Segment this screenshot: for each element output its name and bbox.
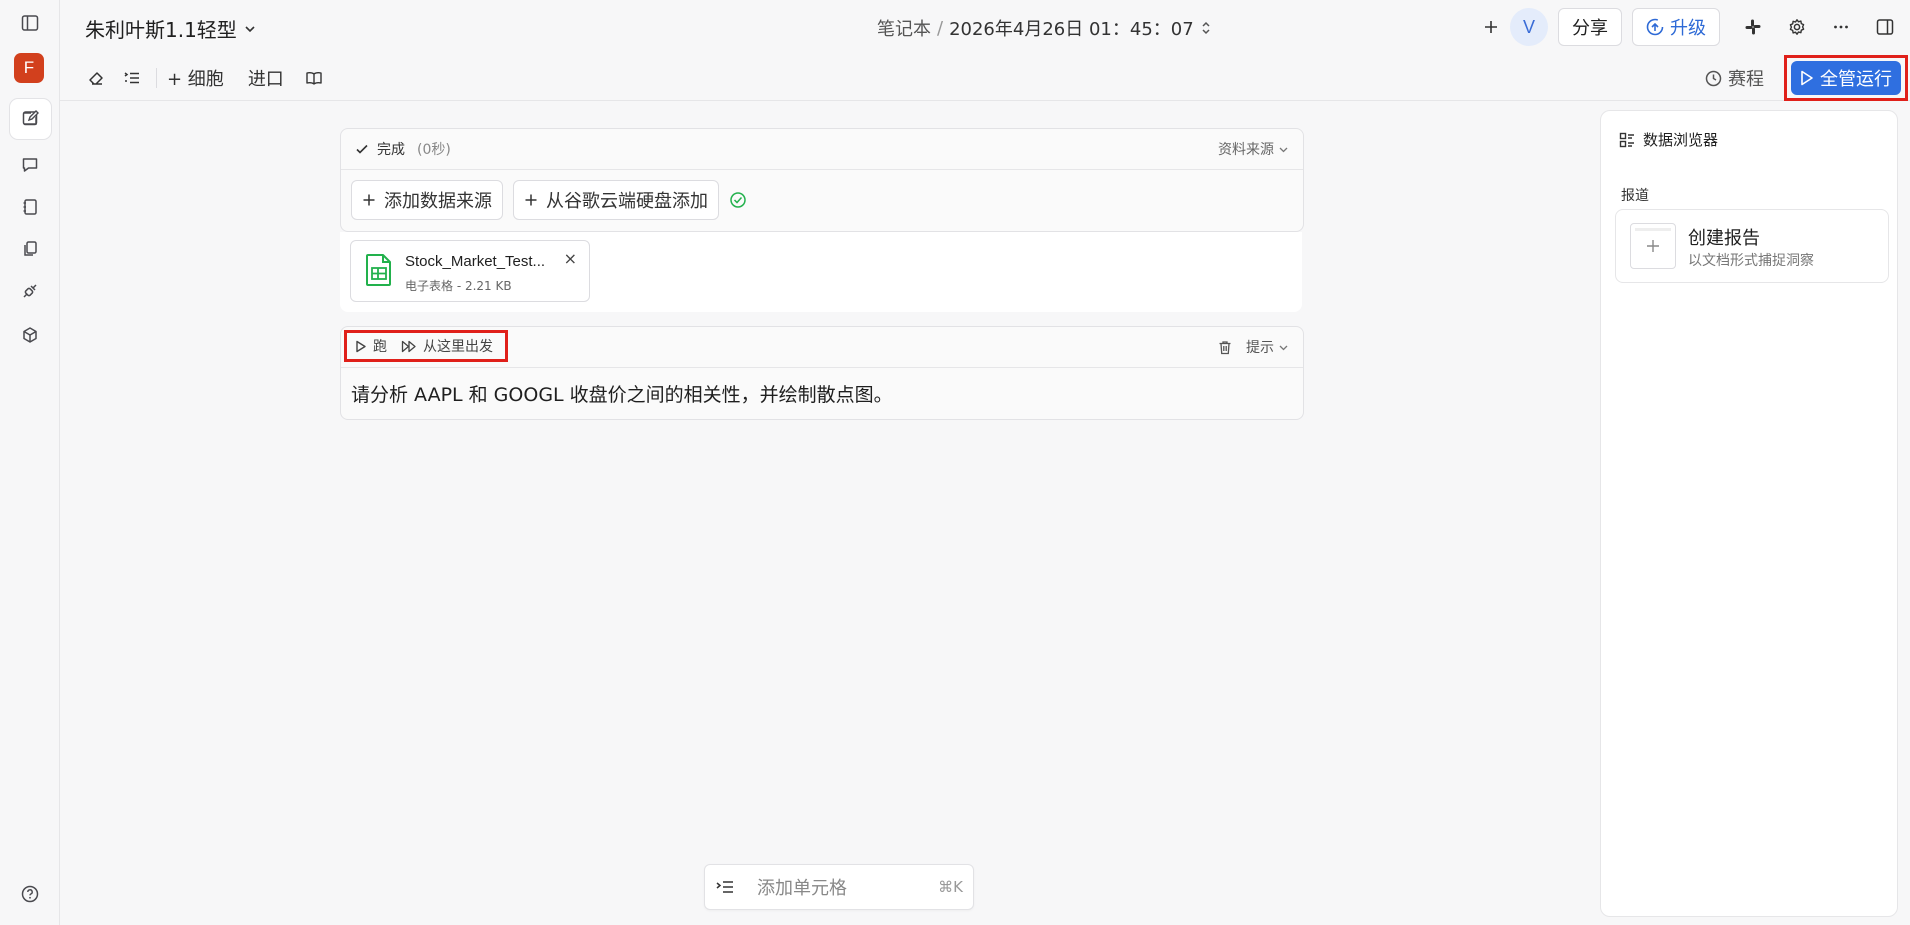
prompt-cell: 跑 从这里出发 提示 请分析 AAPL 和 GOOGL 收盘价之间的相关性，并绘… (340, 326, 1304, 420)
add-collaborator-plus-icon[interactable] (1476, 12, 1506, 42)
play-icon (1801, 70, 1813, 86)
notebook-title-dropdown[interactable]: 朱利叶斯1.1轻型 (85, 14, 257, 43)
plus-icon (1647, 240, 1659, 252)
notebook-toolbar: + 细胞 进口 赛程 全管运行 (60, 55, 1910, 101)
app-root: F 朱利叶斯1.1轻型 笔记本 / 2026年4月26日 01：45：07 V … (0, 0, 1910, 925)
data-source-menu-label: 资料来源 (1218, 142, 1274, 158)
chevron-down-icon (1279, 345, 1288, 350)
data-explorer-title: 数据浏览器 (1643, 131, 1719, 149)
success-check-circle-icon (730, 192, 746, 208)
edit-notebook-icon[interactable] (17, 105, 43, 131)
upgrade-label: 升级 (1670, 18, 1706, 39)
plus-icon (525, 194, 537, 206)
add-cell-placeholder: 添加单元格 (757, 878, 847, 899)
data-explorer-icon (1619, 132, 1634, 147)
data-explorer-panel: 数据浏览器 报道 创建报告 以文档形式捕捉洞察 (1600, 110, 1898, 917)
settings-gear-icon[interactable] (1782, 12, 1812, 42)
chevron-updown-icon (1202, 21, 1210, 35)
user-avatar[interactable]: V (1510, 8, 1548, 46)
delete-trash-icon[interactable] (1218, 340, 1232, 355)
report-thumbnail (1630, 223, 1676, 269)
add-cell-list-icon (716, 881, 733, 893)
data-source-actions: 添加数据来源 从谷歌云端硬盘添加 (341, 170, 1303, 230)
run-all-button[interactable]: 全管运行 (1791, 61, 1901, 95)
prompt-cell-header: 跑 从这里出发 提示 (341, 327, 1303, 368)
breadcrumb-root: 笔记本 (877, 19, 931, 40)
spreadsheet-file-icon (366, 254, 391, 286)
run-cell-label: 跑 (373, 339, 387, 355)
attached-files-area: Stock_Market_Test... 电子表格 - 2.21 KB × (340, 232, 1302, 312)
more-options-icon[interactable] (1826, 12, 1856, 42)
workspace-avatar[interactable]: F (14, 53, 44, 83)
add-data-source-button[interactable]: 添加数据来源 (351, 180, 503, 220)
schedule-button[interactable]: 赛程 (1705, 65, 1764, 91)
toolbar-divider (156, 68, 157, 88)
chevron-down-icon (245, 25, 255, 32)
run-all-highlight: 全管运行 (1784, 55, 1908, 101)
add-cell-shortcut: ⌘K (938, 878, 963, 896)
data-source-cell: 完成 (0秒) 资料来源 添加数据来源 从谷歌云端硬盘添加 (340, 128, 1304, 232)
cell-duration: (0秒) (417, 142, 451, 158)
create-report-card[interactable]: 创建报告 以文档形式捕捉洞察 (1615, 209, 1889, 283)
fast-forward-icon (401, 340, 416, 352)
data-source-cell-header: 完成 (0秒) 资料来源 (341, 129, 1303, 170)
prompt-type-label: 提示 (1246, 340, 1274, 356)
notebook-title: 朱利叶斯1.1轻型 (85, 18, 237, 42)
upgrade-arrow-icon (1646, 18, 1664, 36)
package-cube-icon[interactable] (17, 322, 43, 348)
run-from-here-label: 从这里出发 (423, 339, 493, 355)
upgrade-button[interactable]: 升级 (1632, 8, 1720, 46)
left-rail: F (0, 0, 60, 925)
check-icon (356, 144, 368, 154)
play-icon (356, 340, 366, 352)
breadcrumb[interactable]: 笔记本 / 2026年4月26日 01：45：07 (877, 15, 1212, 41)
remove-file-close-icon[interactable]: × (564, 249, 577, 268)
add-from-google-drive-label: 从谷歌云端硬盘添加 (546, 191, 708, 212)
share-button[interactable]: 分享 (1558, 8, 1622, 46)
plus-icon (363, 194, 375, 206)
chevron-down-icon (1279, 147, 1288, 152)
top-header: 朱利叶斯1.1轻型 笔记本 / 2026年4月26日 01：45：07 V 分享… (60, 0, 1910, 56)
run-all-label: 全管运行 (1820, 69, 1892, 90)
create-report-subtitle: 以文档形式捕捉洞察 (1688, 253, 1814, 269)
file-card[interactable]: Stock_Market_Test... 电子表格 - 2.21 KB × (350, 240, 590, 302)
integrations-plug-icon[interactable] (17, 278, 43, 304)
outline-list-icon[interactable] (118, 64, 146, 92)
cell-status: 完成 (377, 142, 405, 158)
header-actions: V 分享 升级 (1476, 8, 1910, 46)
notebook-icon[interactable] (17, 194, 43, 220)
sidebar-toggle-icon[interactable] (17, 10, 43, 36)
toolbar-right: 赛程 全管运行 (1705, 55, 1910, 101)
prompt-cell-actions: 提示 (1218, 337, 1289, 357)
run-from-here-button[interactable]: 从这里出发 (401, 336, 493, 356)
file-name: Stock_Market_Test... (405, 253, 546, 270)
eraser-clear-output-icon[interactable] (82, 64, 110, 92)
chat-icon[interactable] (17, 152, 43, 178)
run-cell-button[interactable]: 跑 (355, 336, 387, 356)
add-cell-bar[interactable]: 添加单元格 ⌘K (704, 864, 974, 910)
report-thumbnail-line (1635, 228, 1671, 231)
create-report-title: 创建报告 (1688, 228, 1760, 249)
breadcrumb-separator: / (937, 17, 944, 39)
clock-icon (1705, 70, 1722, 86)
data-source-menu[interactable]: 资料来源 (1218, 139, 1289, 159)
run-controls-highlight: 跑 从这里出发 (344, 330, 508, 362)
prompt-type-dropdown[interactable]: 提示 (1246, 337, 1289, 357)
slack-icon[interactable] (1738, 12, 1768, 42)
add-from-google-drive-button[interactable]: 从谷歌云端硬盘添加 (513, 180, 719, 220)
files-icon[interactable] (17, 236, 43, 262)
import-button[interactable]: 进口 (248, 65, 284, 91)
right-panel-toggle-icon[interactable] (1870, 12, 1900, 42)
schedule-label: 赛程 (1728, 69, 1764, 90)
add-cell-button[interactable]: + 细胞 (167, 65, 224, 91)
add-data-source-label: 添加数据来源 (384, 191, 492, 212)
help-icon[interactable] (17, 881, 43, 907)
toolbar-left: + 细胞 进口 (82, 64, 328, 92)
reports-section-title: 报道 (1621, 188, 1649, 204)
open-book-icon[interactable] (300, 64, 328, 92)
breadcrumb-notebook-date: 2026年4月26日 01：45：07 (949, 19, 1194, 40)
prompt-text[interactable]: 请分析 AAPL 和 GOOGL 收盘价之间的相关性，并绘制散点图。 (341, 368, 1303, 419)
file-meta: 电子表格 - 2.21 KB (405, 279, 512, 293)
data-explorer-header: 数据浏览器 (1619, 129, 1718, 150)
